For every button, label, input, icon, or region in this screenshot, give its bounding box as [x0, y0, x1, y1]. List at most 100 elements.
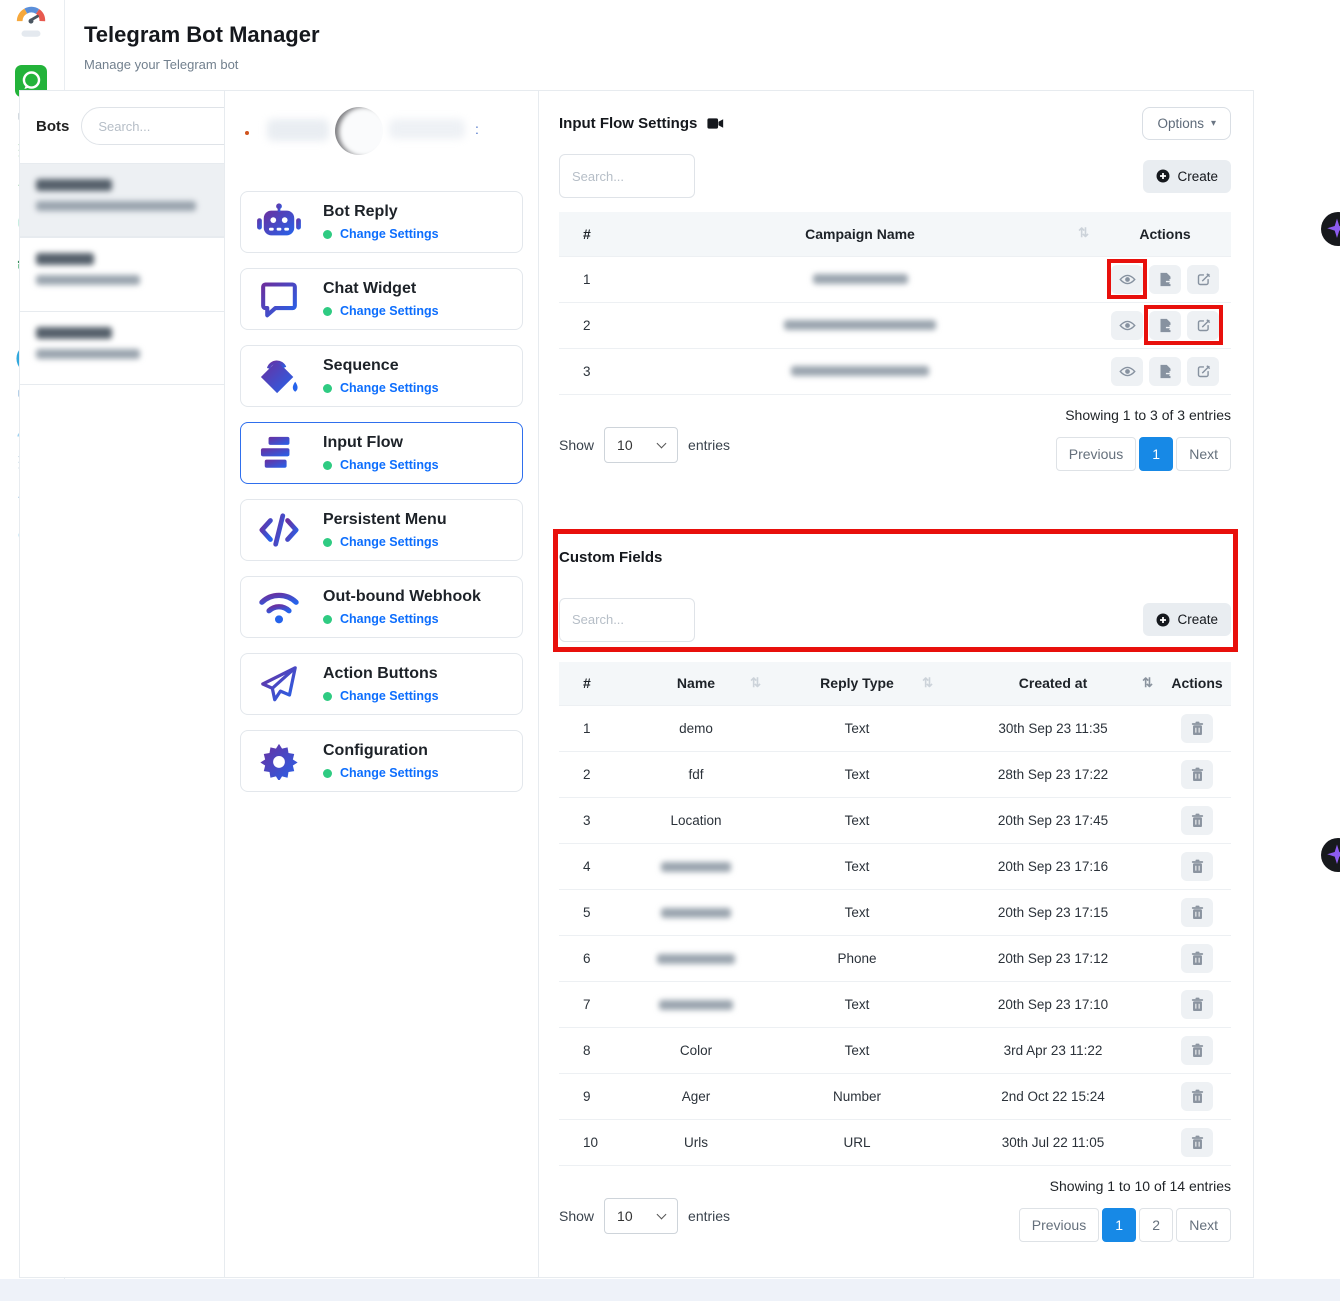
change-settings-link[interactable]: Change Settings [340, 766, 439, 780]
bot-list-item[interactable] [20, 237, 224, 311]
col-header-actions[interactable]: Actions [1099, 212, 1231, 256]
change-settings-link[interactable]: Change Settings [340, 535, 439, 549]
ai-assistant-sparkle-button[interactable] [1320, 211, 1340, 247]
created-at: 20th Sep 23 17:16 [943, 844, 1163, 890]
previous-page-button[interactable]: Previous [1056, 437, 1136, 471]
redacted-bot-name [36, 253, 94, 265]
reply-type: Phone [771, 936, 943, 982]
reply-type: Text [771, 1028, 943, 1074]
custom-fields-table: # Name⇅ Reply Type⇅ Created at⇅ Actions … [559, 662, 1231, 1167]
page-size-select[interactable]: 10 [604, 427, 678, 463]
change-settings-link[interactable]: Change Settings [340, 227, 439, 241]
create-custom-field-button[interactable]: Create [1143, 603, 1231, 636]
campaign-search-input[interactable] [559, 154, 695, 198]
change-settings-link[interactable]: Change Settings [340, 304, 439, 318]
col-header-campaign[interactable]: Campaign Name ⇅ [621, 212, 1099, 256]
delete-icon-button[interactable] [1181, 944, 1213, 973]
delete-icon-button[interactable] [1181, 852, 1213, 881]
plus-circle-icon [1156, 613, 1170, 627]
change-settings-link[interactable]: Change Settings [340, 381, 439, 395]
entries-label: entries [688, 437, 730, 453]
delete-icon-button[interactable] [1181, 990, 1213, 1019]
row-num: 3 [559, 348, 621, 394]
colon-mark: : [475, 121, 479, 137]
delete-icon-button[interactable] [1181, 714, 1213, 743]
view-icon-button[interactable] [1111, 357, 1143, 386]
col-header-num[interactable]: # [559, 662, 621, 706]
flow-card-sequence[interactable]: Sequence Change Settings [240, 345, 523, 407]
page-1-button[interactable]: 1 [1102, 1208, 1136, 1242]
bot-list-item[interactable] [20, 311, 224, 385]
export-icon-button[interactable] [1149, 357, 1181, 386]
previous-page-button[interactable]: Previous [1019, 1208, 1099, 1242]
flow-card-configuration[interactable]: Configuration Change Settings [240, 730, 523, 792]
flow-card-bot-reply[interactable]: Bot Reply Change Settings [240, 191, 523, 253]
delete-icon-button[interactable] [1181, 1036, 1213, 1065]
delete-icon-button[interactable] [1181, 898, 1213, 927]
flow-card-chat-widget[interactable]: Chat Widget Change Settings [240, 268, 523, 330]
col-header-num[interactable]: # [559, 212, 621, 256]
col-header-created-at[interactable]: Created at⇅ [943, 662, 1163, 706]
sort-icon-active[interactable]: ⇅ [1142, 675, 1153, 691]
options-button[interactable]: Options ▾ [1142, 107, 1231, 140]
entries-summary: Showing 1 to 3 of 3 entries [1056, 407, 1231, 423]
next-page-button[interactable]: Next [1176, 1208, 1231, 1242]
created-at: 20th Sep 23 17:10 [943, 982, 1163, 1028]
page-size-select[interactable]: 10 [604, 1198, 678, 1234]
edit-icon-button[interactable] [1187, 265, 1219, 294]
change-settings-link[interactable]: Change Settings [340, 612, 439, 626]
change-settings-link[interactable]: Change Settings [340, 689, 439, 703]
create-campaign-button[interactable]: Create [1143, 160, 1231, 193]
created-at: 20th Sep 23 17:12 [943, 936, 1163, 982]
page-2-button[interactable]: 2 [1139, 1208, 1173, 1242]
view-icon-button[interactable] [1111, 311, 1143, 340]
status-green-dot [323, 692, 332, 701]
sequence-icon [255, 356, 303, 396]
dashboard-gauge-icon[interactable] [14, 6, 48, 40]
ai-assistant-sparkle-button[interactable] [1320, 837, 1340, 873]
custom-fields-search-input[interactable] [559, 598, 695, 642]
delete-icon-button[interactable] [1181, 1128, 1213, 1157]
field-name: Location [621, 798, 771, 844]
flow-card-outbound-webhook[interactable]: Out-bound Webhook Change Settings [240, 576, 523, 638]
delete-icon-button[interactable] [1181, 1082, 1213, 1111]
export-icon-button[interactable] [1149, 265, 1181, 294]
status-green-dot [323, 307, 332, 316]
flow-card-title: Action Buttons [323, 665, 439, 683]
video-camera-icon [707, 117, 724, 130]
row-num: 2 [559, 302, 621, 348]
col-header-name[interactable]: Name⇅ [621, 662, 771, 706]
custom-field-row: 9 Ager Number 2nd Oct 22 15:24 [559, 1074, 1231, 1120]
delete-icon-button[interactable] [1181, 806, 1213, 835]
export-icon-button[interactable] [1149, 311, 1181, 340]
view-icon-button[interactable] [1111, 265, 1143, 294]
campaign-row: 2 [559, 302, 1231, 348]
delete-icon-button[interactable] [1181, 760, 1213, 789]
edit-icon-button[interactable] [1187, 357, 1219, 386]
field-name: demo [621, 706, 771, 752]
redacted-bot-name [36, 179, 112, 191]
next-page-button[interactable]: Next [1176, 437, 1231, 471]
col-header-reply-type[interactable]: Reply Type⇅ [771, 662, 943, 706]
show-label: Show [559, 1208, 594, 1224]
edit-icon-button[interactable] [1187, 311, 1219, 340]
row-num: 9 [559, 1074, 621, 1120]
flow-card-title: Sequence [323, 357, 439, 375]
change-settings-link[interactable]: Change Settings [340, 458, 439, 472]
bot-list-item-selected[interactable] [20, 163, 224, 237]
flow-card-title: Chat Widget [323, 280, 439, 298]
sort-icon[interactable]: ⇅ [750, 675, 761, 691]
sort-icon[interactable]: ⇅ [922, 675, 933, 691]
page-1-button[interactable]: 1 [1139, 437, 1173, 471]
sort-icon[interactable]: ⇅ [1078, 225, 1089, 241]
status-green-dot [323, 230, 332, 239]
custom-fields-section: Custom Fields Create [559, 535, 1231, 652]
reply-type: Text [771, 752, 943, 798]
flow-card-input-flow-active[interactable]: Input Flow Change Settings [240, 422, 523, 484]
redacted-field-name [661, 908, 731, 918]
flow-card-action-buttons[interactable]: Action Buttons Change Settings [240, 653, 523, 715]
bots-label: Bots [36, 118, 69, 135]
flow-card-persistent-menu[interactable]: Persistent Menu Change Settings [240, 499, 523, 561]
col-header-actions[interactable]: Actions [1163, 662, 1231, 706]
custom-field-row: 7 Text 20th Sep 23 17:10 [559, 982, 1231, 1028]
